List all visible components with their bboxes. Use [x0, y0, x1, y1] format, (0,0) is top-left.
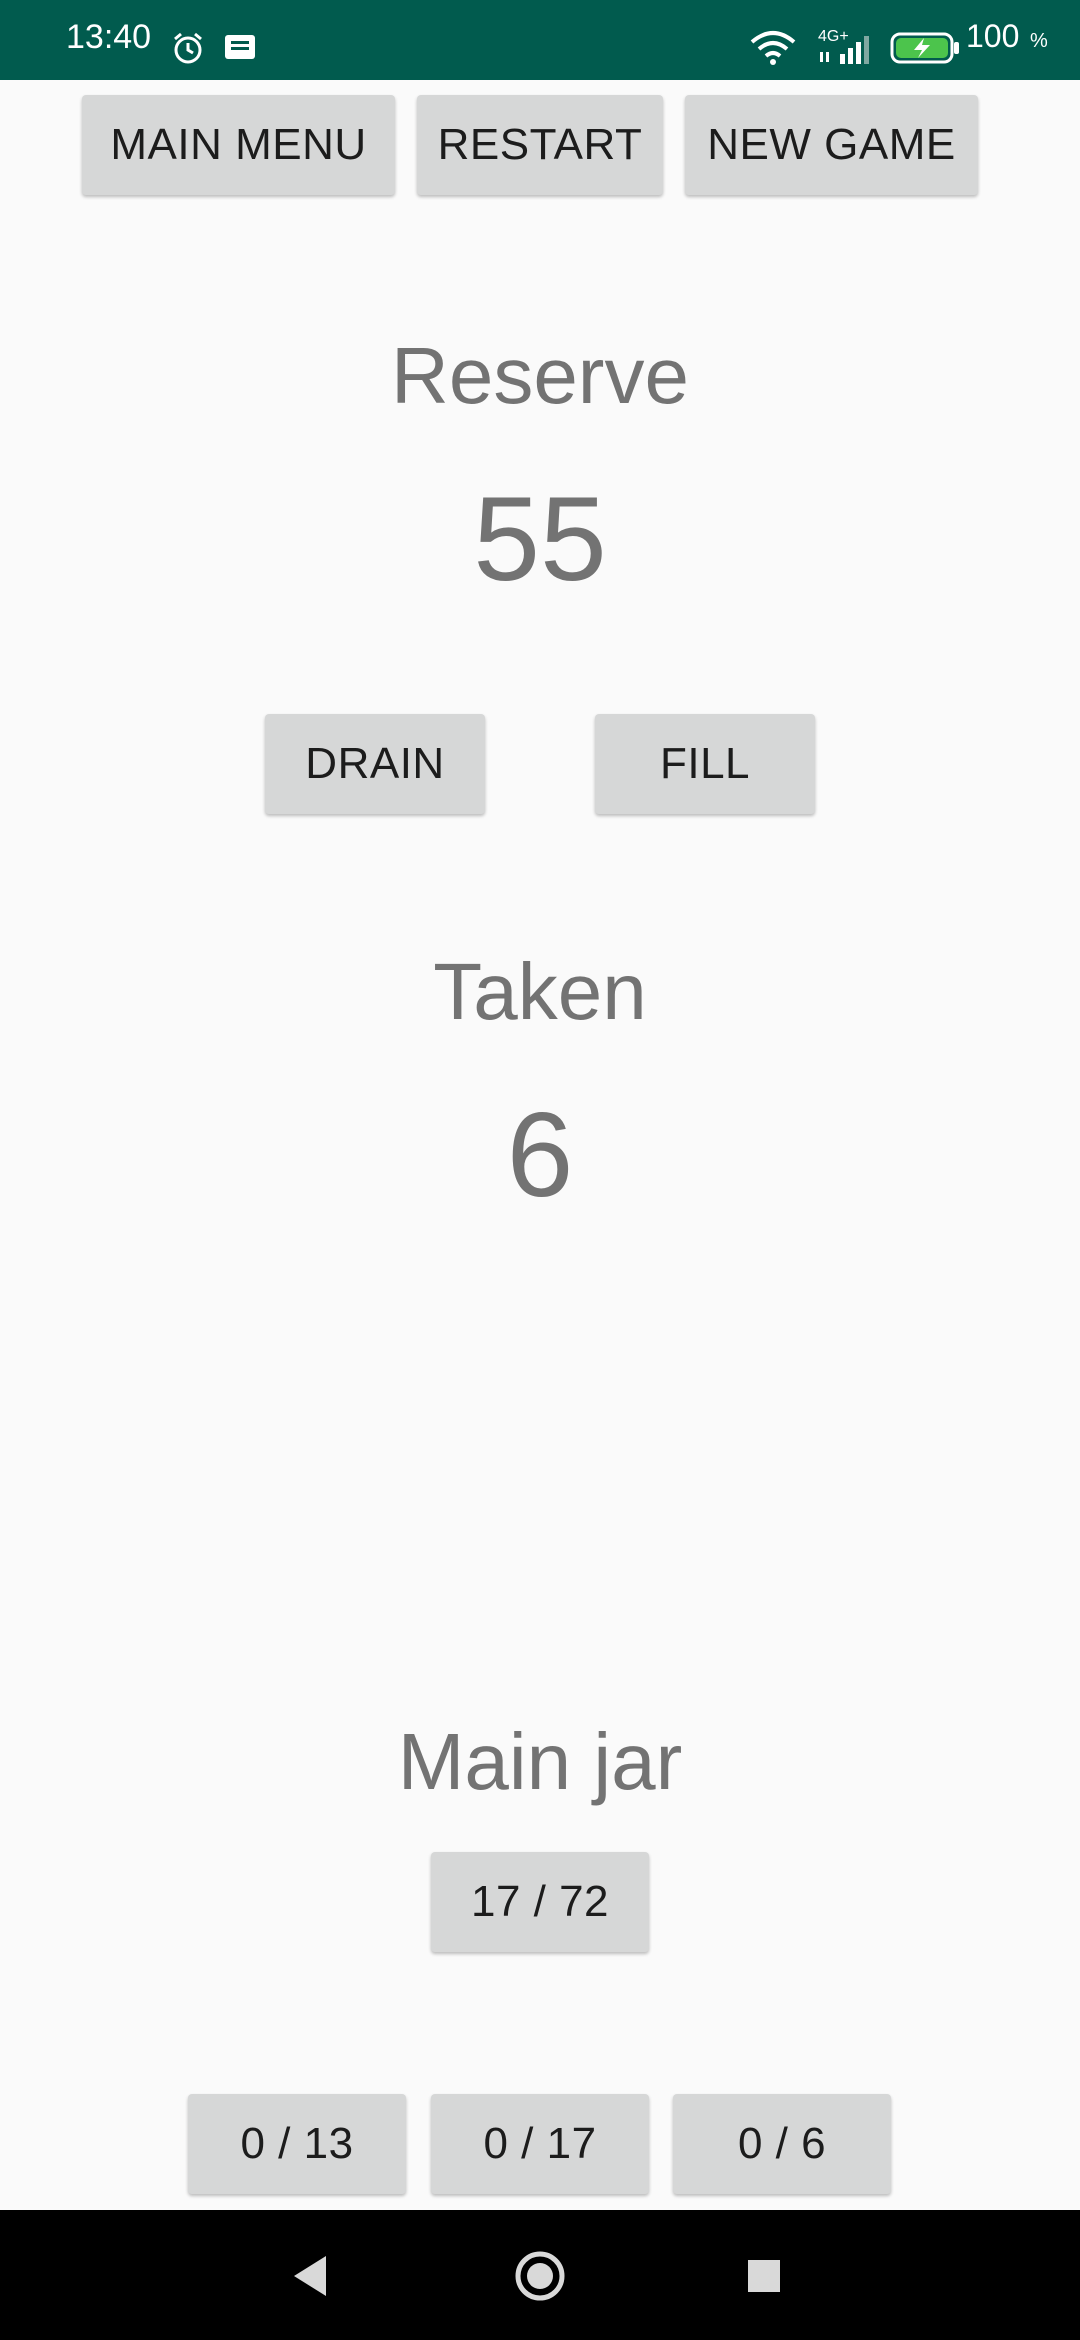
- navigation-bar: [0, 2210, 1080, 2340]
- new-game-button[interactable]: NEW GAME: [685, 95, 978, 195]
- alarm-icon: [170, 30, 206, 71]
- main-jar-button[interactable]: 17 / 72: [431, 1852, 649, 1952]
- taken-value: 6: [506, 1088, 574, 1222]
- back-icon[interactable]: [290, 2254, 330, 2303]
- drain-button[interactable]: DRAIN: [265, 714, 485, 814]
- home-icon[interactable]: [514, 2250, 566, 2307]
- wifi-icon: [748, 30, 798, 71]
- small-jar-button-3[interactable]: 0 / 6: [673, 2094, 891, 2194]
- main-menu-button[interactable]: MAIN MENU: [82, 95, 395, 195]
- status-time: 13:40: [66, 18, 152, 56]
- fill-button[interactable]: FILL: [595, 714, 815, 814]
- reserve-title: Reserve: [391, 331, 689, 420]
- game-screen: MAIN MENU RESTART NEW GAME Reserve 55 DR…: [0, 80, 1080, 2210]
- reserve-value: 55: [473, 472, 607, 606]
- battery-unit: %: [1030, 30, 1048, 52]
- battery-charging-icon: [890, 32, 960, 69]
- recents-icon[interactable]: [746, 2258, 782, 2299]
- small-jar-button-1[interactable]: 0 / 13: [188, 2094, 406, 2194]
- battery-level: 100: [966, 18, 1020, 54]
- main-jar-title: Main jar: [397, 1717, 683, 1806]
- restart-button[interactable]: RESTART: [417, 95, 663, 195]
- small-jar-button-2[interactable]: 0 / 17: [431, 2094, 649, 2194]
- taken-title: Taken: [433, 947, 647, 1036]
- message-icon: [224, 34, 256, 67]
- signal-icon: [818, 30, 878, 71]
- status-bar: 13:40 4G+ 100 %: [0, 0, 1080, 80]
